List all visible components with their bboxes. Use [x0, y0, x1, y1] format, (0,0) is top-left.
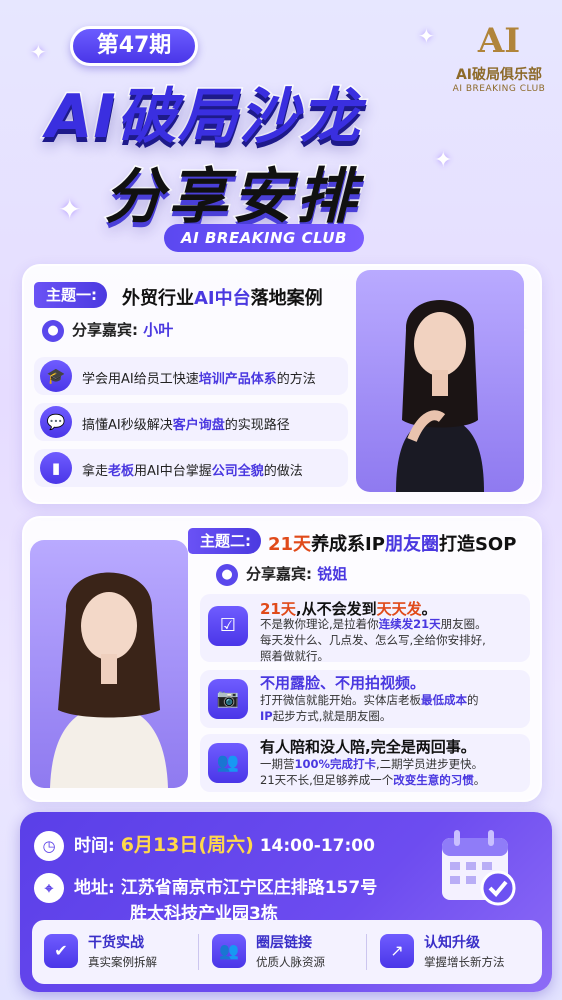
- chat-bubble-icon: 💬: [40, 406, 72, 438]
- person-icon: ●: [42, 319, 64, 342]
- feature-item: ↗ 认知升级 掌握增长新方法: [380, 928, 540, 978]
- feature-divider: [366, 934, 367, 970]
- topic2-speaker: ● 分享嘉宾: 锐姐: [216, 563, 347, 586]
- event-time: ◷ 时间: 6月13日(周六) 14:00-17:00: [34, 830, 375, 861]
- speaker1-photo: [356, 270, 524, 492]
- sparkle-icon: ✦: [30, 40, 47, 64]
- group-icon: 👥: [212, 934, 246, 968]
- logo-name-cn: AI破局俱乐部: [455, 67, 543, 83]
- bar-chart-icon: ▮: [40, 452, 72, 484]
- club-logo: AI AI破局俱乐部 AI BREAKING CLUB: [440, 18, 558, 94]
- sparkle-icon: ✦: [434, 148, 453, 173]
- topic1-speaker: ● 分享嘉宾: 小叶: [42, 319, 173, 342]
- topic2-block: 👥 有人陪和没人陪,完全是两回事。 一期营100%完成打卡,二期学员进步更快。 …: [200, 734, 530, 792]
- title-line-2: 分享安排: [103, 161, 360, 234]
- sparkle-icon: ✦: [418, 24, 435, 48]
- logo-mark: AI: [477, 21, 521, 61]
- topic2-title: 21天养成系IP朋友圈打造SOP: [268, 534, 517, 555]
- topic2-block: ☑ 21天,从不会发到天天发。 不是教你理论,是拉着你连续发21天朋友圈。 每天…: [200, 594, 530, 663]
- people-icon: 👥: [208, 743, 248, 783]
- topic2-tag: 主题二:: [188, 528, 261, 554]
- topic1-title: 外贸行业AI中台落地案例: [122, 288, 323, 309]
- graduation-cap-icon: 🎓: [40, 360, 72, 392]
- issue-badge: 第47期: [70, 26, 198, 66]
- clock-icon: ◷: [34, 831, 64, 861]
- club-pill: AI BREAKING CLUB: [164, 224, 364, 252]
- calendar-check-icon: ☑: [208, 606, 248, 646]
- camera-icon: 📷: [208, 679, 248, 719]
- location-pin-icon: ⌖: [34, 873, 64, 903]
- feature-item: ✔ 干货实战 真实案例拆解: [44, 928, 194, 978]
- calendar-illustration-icon: [436, 826, 520, 910]
- feature-divider: [198, 934, 199, 970]
- topic1-item: ▮ 拿走老板用AI中台掌握公司全貌的做法: [34, 449, 348, 487]
- topic1-item: 🎓 学会用AI给员工快速培训产品体系的方法: [34, 357, 348, 395]
- topic2-block: 📷 不用露脸、不用拍视频。 打开微信就能开始。实体店老板最低成本的 IP起步方式…: [200, 670, 530, 728]
- logo-name-en: AI BREAKING CLUB: [452, 84, 546, 94]
- topic1-tag: 主题一:: [34, 282, 107, 308]
- person-icon: ●: [216, 563, 238, 586]
- topic1-item: 💬 搞懂AI秒级解决客户询盘的实现路径: [34, 403, 348, 441]
- shield-check-icon: ✔: [44, 934, 78, 968]
- feature-item: 👥 圈层链接 优质人脉资源: [212, 928, 362, 978]
- speaker2-photo: [30, 540, 188, 788]
- growth-chart-icon: ↗: [380, 934, 414, 968]
- sparkle-icon: ✦: [58, 193, 82, 226]
- title-line-1: AI破局沙龙: [45, 81, 362, 154]
